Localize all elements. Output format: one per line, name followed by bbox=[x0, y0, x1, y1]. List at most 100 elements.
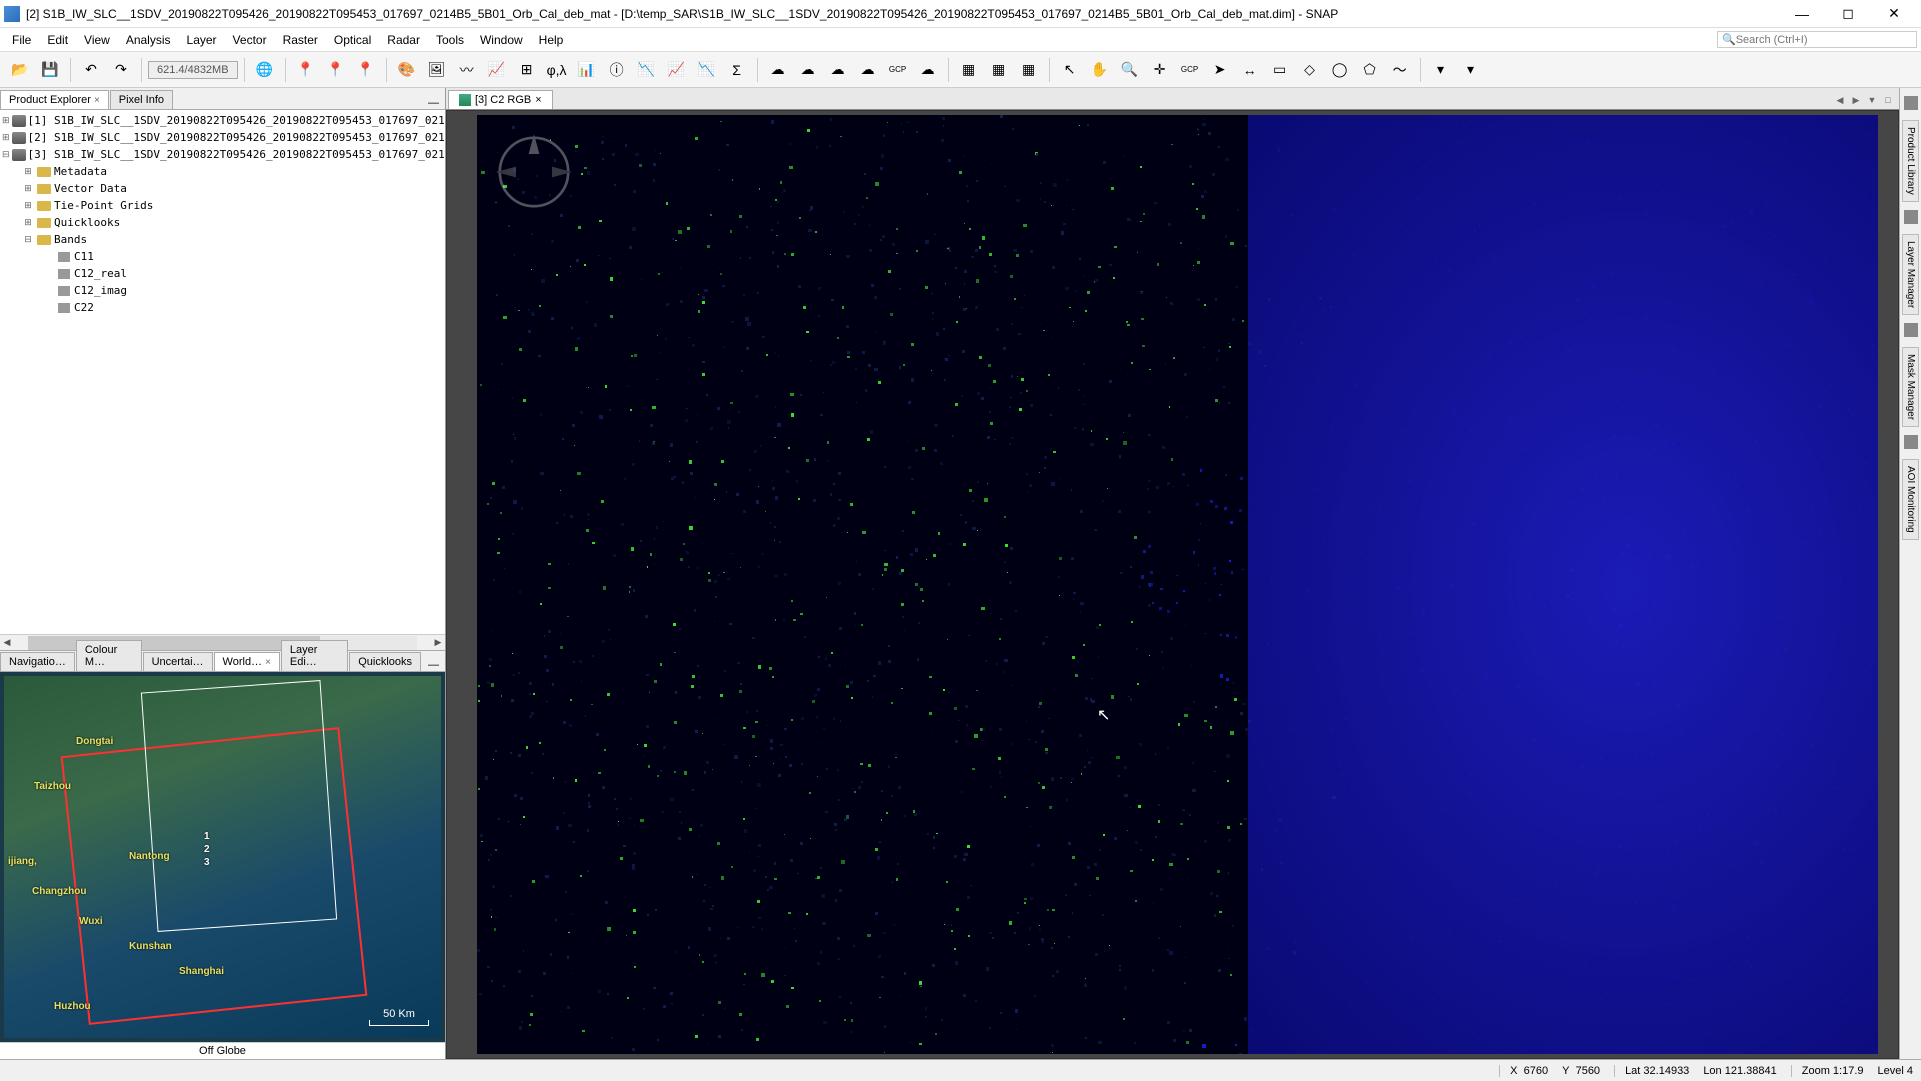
tree-bands[interactable]: ⊟ Bands bbox=[2, 231, 443, 248]
tab-aoi-monitoring[interactable]: AOI Monitoring bbox=[1902, 459, 1919, 540]
maximize-button[interactable]: ◻ bbox=[1825, 0, 1871, 28]
menu-window[interactable]: Window bbox=[472, 30, 531, 50]
globe-icon[interactable]: 🌐 bbox=[251, 56, 279, 84]
tree-hscroll[interactable]: ◀ ▶ bbox=[0, 634, 445, 650]
search-box[interactable]: 🔍 bbox=[1717, 31, 1917, 48]
profile-icon[interactable]: 📈 bbox=[483, 56, 511, 84]
redo-icon[interactable]: ↷ bbox=[107, 56, 135, 84]
collapse-icon[interactable]: ⊟ bbox=[22, 234, 34, 245]
minimize-panel-icon[interactable]: — bbox=[422, 659, 445, 671]
mask-icon[interactable] bbox=[1904, 323, 1918, 337]
pin2-icon[interactable]: 📍 bbox=[322, 56, 350, 84]
expand-icon[interactable]: ⊞ bbox=[22, 217, 34, 228]
grid1-icon[interactable]: ▦ bbox=[955, 56, 983, 84]
save-icon[interactable]: 💾 bbox=[36, 56, 64, 84]
overview-icon[interactable]: 🖼 bbox=[423, 56, 451, 84]
line-icon[interactable]: 📉 bbox=[693, 56, 721, 84]
doc-tab-c2-rgb[interactable]: [3] C2 RGB × bbox=[448, 90, 553, 109]
tab-layer-editing[interactable]: Layer Edi… bbox=[281, 640, 348, 671]
monitoring-icon[interactable] bbox=[1904, 435, 1918, 449]
menu-analysis[interactable]: Analysis bbox=[118, 30, 179, 50]
minimize-panel-icon[interactable]: — bbox=[422, 97, 445, 109]
maximize-icon[interactable]: □ bbox=[1881, 95, 1895, 109]
close-icon[interactable]: × bbox=[94, 95, 100, 106]
menu-raster[interactable]: Raster bbox=[275, 30, 326, 50]
zoom-icon[interactable]: 🔍 bbox=[1116, 56, 1144, 84]
pointer-icon[interactable]: ↖ bbox=[1056, 56, 1084, 84]
expand-icon[interactable]: ⊞ bbox=[22, 166, 34, 177]
next-icon[interactable]: ▶ bbox=[1849, 95, 1863, 109]
gcp2-icon[interactable]: GCP bbox=[1176, 56, 1204, 84]
lambda-icon[interactable]: φ,λ bbox=[543, 56, 571, 84]
tree-vector-data[interactable]: ⊞ Vector Data bbox=[2, 180, 443, 197]
close-button[interactable]: ✕ bbox=[1871, 0, 1917, 28]
world-map[interactable]: Dongtai Taizhou ijiang, Changzhou Wuxi N… bbox=[4, 676, 441, 1038]
pin3-icon[interactable]: 📍 bbox=[352, 56, 380, 84]
prev-icon[interactable]: ◀ bbox=[1833, 95, 1847, 109]
tab-mask-manager[interactable]: Mask Manager bbox=[1902, 347, 1919, 427]
tree-product-1[interactable]: ⊞ [1] S1B_IW_SLC__1SDV_20190822T095426_2… bbox=[2, 112, 443, 129]
cloud2-icon[interactable]: ☁ bbox=[794, 56, 822, 84]
tab-navigation[interactable]: Navigatio… bbox=[0, 652, 75, 671]
tree-band-c11[interactable]: C11 bbox=[2, 248, 443, 265]
close-icon[interactable]: × bbox=[535, 94, 541, 106]
memory-indicator[interactable]: 621.4/4832MB bbox=[148, 61, 238, 79]
tab-product-explorer[interactable]: Product Explorer × bbox=[0, 90, 109, 109]
cloud5-icon[interactable]: ☁ bbox=[914, 56, 942, 84]
plot-icon[interactable]: 📈 bbox=[663, 56, 691, 84]
dropdown1-icon[interactable]: ▾ bbox=[1427, 56, 1455, 84]
menu-optical[interactable]: Optical bbox=[326, 30, 379, 50]
chart-icon[interactable]: 📉 bbox=[633, 56, 661, 84]
menu-vector[interactable]: Vector bbox=[225, 30, 275, 50]
ellipse-icon[interactable]: ◯ bbox=[1326, 56, 1354, 84]
collapse-icon[interactable]: ⊟ bbox=[2, 149, 10, 160]
menu-radar[interactable]: Radar bbox=[379, 30, 428, 50]
open-icon[interactable]: 📂 bbox=[6, 56, 34, 84]
tab-quicklooks[interactable]: Quicklooks bbox=[349, 652, 421, 671]
tree-metadata[interactable]: ⊞ Metadata bbox=[2, 163, 443, 180]
tab-layer-manager[interactable]: Layer Manager bbox=[1902, 234, 1919, 315]
tree-band-c12-imag[interactable]: C12_imag bbox=[2, 282, 443, 299]
polygon-icon[interactable]: ⬠ bbox=[1356, 56, 1384, 84]
product-tree[interactable]: ⊞ [1] S1B_IW_SLC__1SDV_20190822T095426_2… bbox=[0, 110, 445, 634]
scroll-thumb[interactable] bbox=[28, 636, 320, 650]
tree-product-3[interactable]: ⊟ [3] S1B_IW_SLC__1SDV_20190822T095426_2… bbox=[2, 146, 443, 163]
wave-icon[interactable]: 〰 bbox=[453, 56, 481, 84]
palette-icon[interactable]: 🎨 bbox=[393, 56, 421, 84]
expand-icon[interactable]: ⊞ bbox=[22, 183, 34, 194]
tab-world-view[interactable]: World… × bbox=[214, 652, 280, 671]
tree-tie-point[interactable]: ⊞ Tie-Point Grids bbox=[2, 197, 443, 214]
dropdown2-icon[interactable]: ▾ bbox=[1457, 56, 1485, 84]
menu-file[interactable]: File bbox=[4, 30, 39, 50]
cloud3-icon[interactable]: ☁ bbox=[824, 56, 852, 84]
sigma-icon[interactable]: Σ bbox=[723, 56, 751, 84]
expand-icon[interactable]: ⊞ bbox=[2, 132, 10, 143]
layers-icon[interactable] bbox=[1904, 210, 1918, 224]
tree-band-c22[interactable]: C22 bbox=[2, 299, 443, 316]
pin-icon[interactable]: 📍 bbox=[292, 56, 320, 84]
library-icon[interactable] bbox=[1904, 96, 1918, 110]
menu-view[interactable]: View bbox=[76, 30, 118, 50]
expand-icon[interactable]: ⊞ bbox=[2, 115, 10, 126]
sar-image[interactable]: ↖ bbox=[477, 115, 1878, 1054]
tree-product-2[interactable]: ⊞ [2] S1B_IW_SLC__1SDV_20190822T095426_2… bbox=[2, 129, 443, 146]
expand-icon[interactable]: ⊞ bbox=[22, 200, 34, 211]
menu-help[interactable]: Help bbox=[531, 30, 572, 50]
crosshair-icon[interactable]: ✛ bbox=[1146, 56, 1174, 84]
menu-tools[interactable]: Tools bbox=[428, 30, 472, 50]
scroll-left-icon[interactable]: ◀ bbox=[0, 637, 14, 648]
undo-icon[interactable]: ↶ bbox=[77, 56, 105, 84]
grid3-icon[interactable]: ▦ bbox=[1015, 56, 1043, 84]
close-icon[interactable]: × bbox=[265, 657, 271, 668]
cloud4-icon[interactable]: ☁ bbox=[854, 56, 882, 84]
tab-product-library[interactable]: Product Library bbox=[1902, 120, 1919, 202]
minimize-button[interactable]: — bbox=[1779, 0, 1825, 28]
menu-layer[interactable]: Layer bbox=[179, 30, 225, 50]
compass-icon[interactable] bbox=[489, 127, 579, 217]
dropdown-icon[interactable]: ▼ bbox=[1865, 95, 1879, 109]
polyline-icon[interactable]: 〜 bbox=[1386, 56, 1414, 84]
marker-icon[interactable]: ➤ bbox=[1206, 56, 1234, 84]
tab-pixel-info[interactable]: Pixel Info bbox=[110, 90, 173, 109]
tree-band-c12-real[interactable]: C12_real bbox=[2, 265, 443, 282]
scatter-icon[interactable]: ⊞ bbox=[513, 56, 541, 84]
